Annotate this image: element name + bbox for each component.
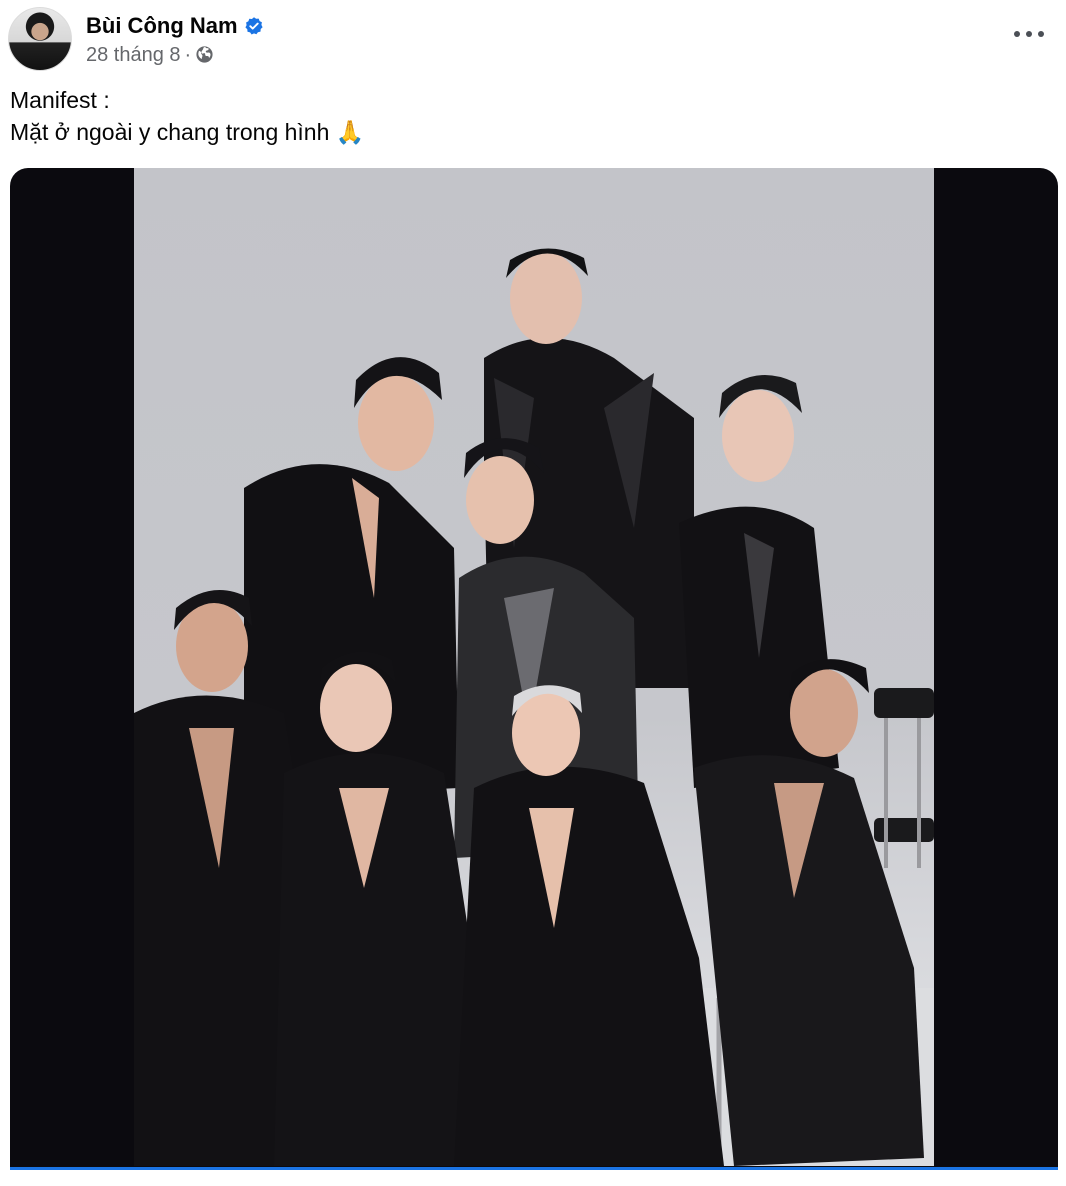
separator-dot: ·	[184, 43, 192, 66]
author-row: Bùi Công Nam	[86, 12, 264, 40]
group-photo[interactable]	[134, 168, 934, 1166]
post-media[interactable]	[10, 168, 1058, 1168]
facebook-post: Bùi Công Nam 28 tháng 8 · Manifest : Mặt…	[0, 0, 1066, 1186]
post-timestamp[interactable]: 28 tháng 8	[86, 43, 181, 67]
group-photo-illustration	[134, 248, 934, 1166]
post-caption: Manifest : Mặt ở ngoài y chang trong hìn…	[10, 84, 364, 148]
post-meta: Bùi Công Nam 28 tháng 8 ·	[86, 12, 264, 67]
author-avatar[interactable]	[8, 7, 72, 71]
author-name[interactable]: Bùi Công Nam	[86, 12, 238, 40]
caption-line-2: Mặt ở ngoài y chang trong hình 🙏	[10, 119, 365, 145]
verified-badge-icon	[244, 16, 263, 34]
post-header: Bùi Công Nam 28 tháng 8 ·	[8, 6, 264, 72]
timestamp-row: 28 tháng 8 ·	[86, 43, 264, 67]
more-options-icon[interactable]	[1014, 22, 1044, 46]
globe-icon[interactable]	[195, 45, 214, 64]
media-bottom-divider	[10, 1167, 1058, 1170]
caption-line-1: Manifest :	[10, 87, 110, 113]
